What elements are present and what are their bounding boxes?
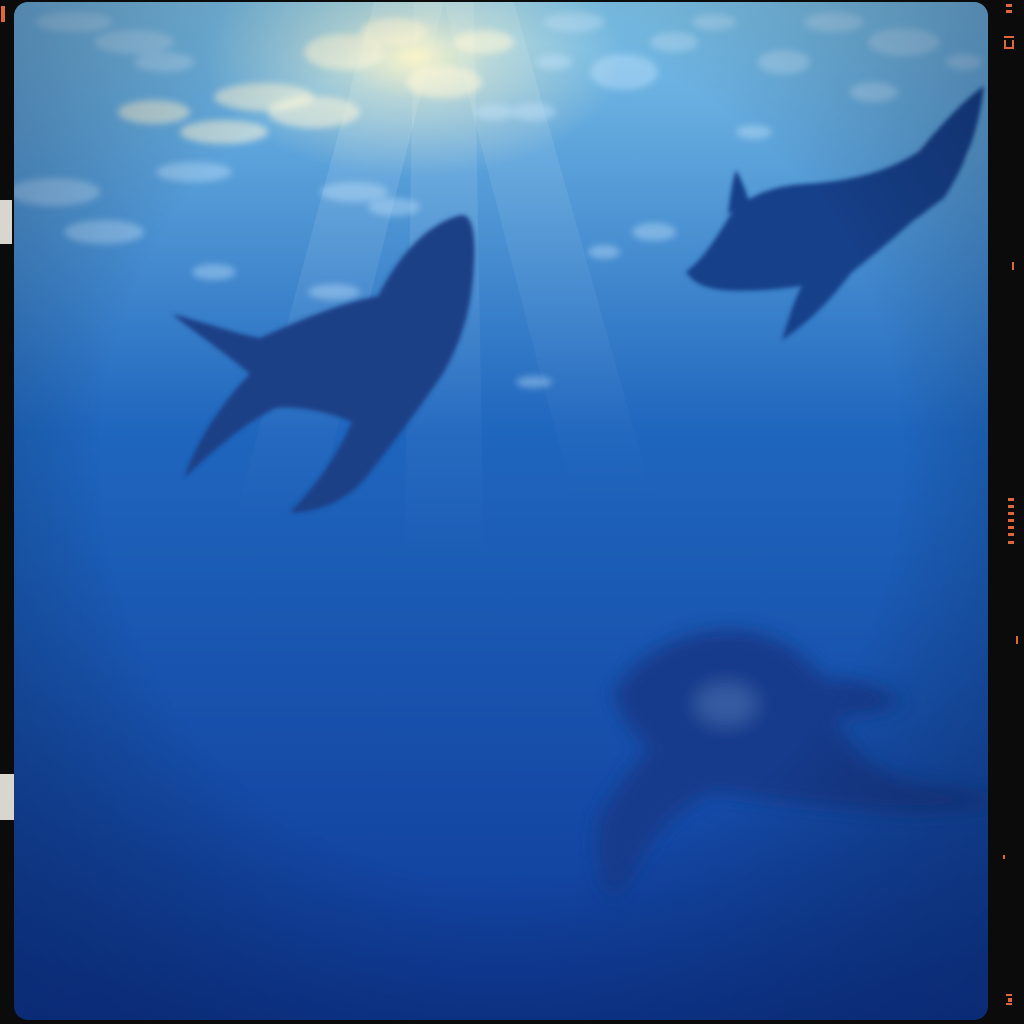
film-frame [14, 2, 988, 1020]
film-photo-scan [0, 0, 1024, 1024]
rebate-glyph [1008, 505, 1014, 508]
rebate-tick [1012, 262, 1014, 270]
rebate-glyph [1006, 994, 1012, 996]
rebate-glyph [1008, 526, 1014, 529]
rebate-tick [1016, 636, 1018, 644]
rebate-mark-left [1, 6, 5, 22]
rebate-glyph [1008, 498, 1014, 501]
rebate-glyph [1008, 541, 1014, 544]
film-edge-notch [0, 774, 14, 820]
underwater-scene [14, 2, 988, 1020]
vignette-overlay [14, 2, 988, 1020]
rebate-tick [1003, 855, 1005, 859]
rebate-glyph [1004, 40, 1006, 48]
rebate-glyph [1012, 40, 1014, 48]
rebate-glyph [1008, 998, 1012, 1002]
rebate-glyph [1008, 533, 1014, 536]
film-edge-notch [0, 200, 12, 244]
rebate-glyph [1004, 36, 1014, 38]
rebate-glyph [1004, 47, 1014, 49]
rebate-glyph [1006, 1003, 1012, 1005]
rebate-glyph [1006, 10, 1012, 13]
rebate-glyph [1008, 512, 1014, 515]
rebate-glyph [1006, 4, 1012, 7]
rebate-glyph [1008, 519, 1014, 522]
rebate-marks-right [1004, 4, 1014, 1005]
